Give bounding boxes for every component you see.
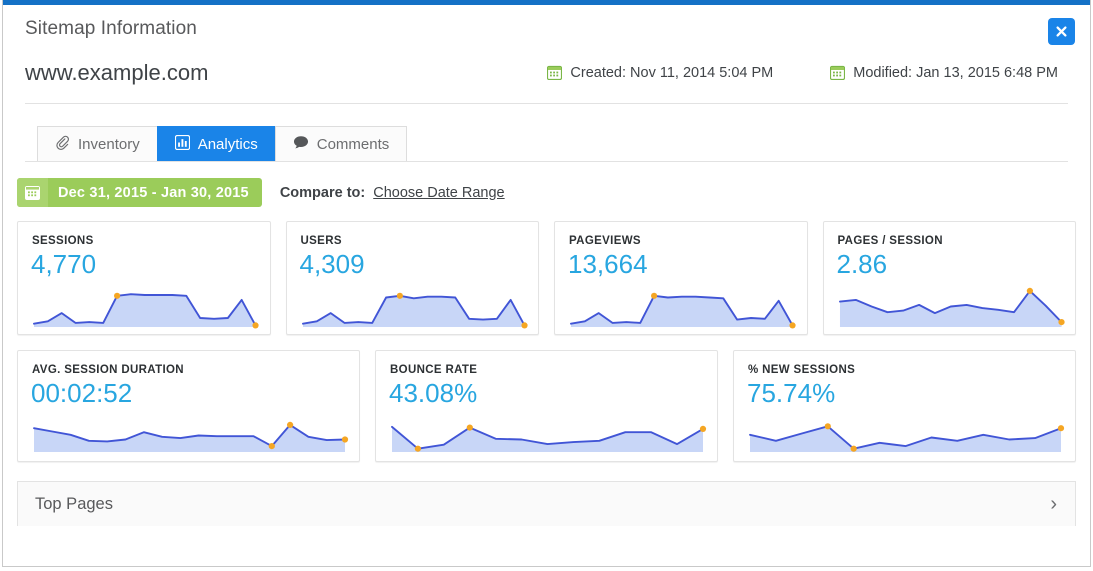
paperclip-icon [55, 135, 70, 154]
tab-inventory[interactable]: Inventory [37, 126, 158, 162]
modified-meta: Modified: Jan 13, 2015 6:48 PM [830, 65, 1058, 81]
sparkline-chart [33, 292, 259, 329]
sparkline-chart [301, 292, 528, 329]
stat-value: 00:02:52 [31, 378, 133, 408]
dialog-header: Sitemap Information www.example.com Crea… [3, 0, 1090, 103]
date-range-bar: Dec 31, 2015 - Jan 30, 2015 Compare to: … [3, 162, 1090, 207]
stat-cards-row-1: SESSIONS 4,770 USERS 4,309 PAGEVIEWS 13,… [3, 207, 1090, 335]
date-range-label: Dec 31, 2015 - Jan 30, 2015 [58, 184, 249, 201]
stat-card-pages-per-session[interactable]: PAGES / SESSION 2.86 [822, 221, 1076, 335]
close-icon [1056, 26, 1067, 37]
stat-value: 43.08% [389, 378, 478, 408]
sitemap-information-dialog: Sitemap Information www.example.com Crea… [2, 0, 1091, 567]
top-pages-accordion[interactable]: Top Pages › [17, 481, 1076, 526]
stat-label: PAGES / SESSION [837, 235, 943, 247]
created-meta: Created: Nov 11, 2014 5:04 PM [547, 65, 773, 81]
sparkline-chart [570, 292, 796, 329]
stat-value: 4,309 [299, 249, 365, 279]
stat-cards-row-2: AVG. SESSION DURATION 00:02:52 BOUNCE RA… [3, 335, 1090, 462]
stat-card-pageviews[interactable]: PAGEVIEWS 13,664 [554, 221, 808, 335]
stat-label: BOUNCE RATE [390, 364, 478, 376]
tab-analytics[interactable]: Analytics [156, 126, 276, 162]
stat-card-new-sessions[interactable]: % NEW SESSIONS 75.74% [733, 350, 1076, 462]
stat-label: % NEW SESSIONS [748, 364, 856, 376]
tab-comments[interactable]: Comments [274, 126, 408, 162]
calendar-icon [830, 65, 846, 81]
sparkline-chart [838, 287, 1065, 327]
date-range-button[interactable]: Dec 31, 2015 - Jan 30, 2015 [17, 178, 262, 207]
stat-label: USERS [300, 235, 342, 247]
stat-value: 13,664 [568, 249, 648, 279]
stat-label: PAGEVIEWS [569, 235, 641, 247]
stat-label: SESSIONS [32, 235, 94, 247]
close-button[interactable] [1048, 18, 1075, 45]
stat-label: AVG. SESSION DURATION [32, 364, 184, 376]
created-text: Created: Nov 11, 2014 5:04 PM [570, 64, 774, 81]
bar-chart-icon [174, 134, 190, 154]
header-info-row: www.example.com Created: Nov 11, 2014 5:… [25, 60, 1068, 103]
tab-bar: Inventory Analytics Comments [3, 104, 1090, 162]
page-title: Sitemap Information [25, 18, 197, 39]
window-top-accent-bar [3, 0, 1090, 5]
stat-card-avg-session-duration[interactable]: AVG. SESSION DURATION 00:02:52 [17, 350, 360, 462]
stat-card-bounce-rate[interactable]: BOUNCE RATE 43.08% [375, 350, 718, 462]
stat-card-sessions[interactable]: SESSIONS 4,770 [17, 221, 271, 335]
chevron-right-icon: › [1050, 493, 1057, 515]
compare-to-label: Compare to: [279, 184, 366, 201]
stat-value: 2.86 [836, 249, 888, 279]
tab-label: Inventory [78, 135, 140, 153]
site-url: www.example.com [25, 60, 209, 85]
top-pages-label: Top Pages [35, 494, 113, 513]
sparkline-chart [749, 422, 1065, 452]
tabs-underline [25, 161, 1068, 162]
sparkline-chart [33, 421, 349, 452]
tab-label: Comments [316, 135, 390, 153]
tab-label: Analytics [197, 135, 258, 153]
stat-value: 4,770 [31, 249, 97, 279]
sparkline-chart [391, 424, 707, 452]
calendar-icon [547, 65, 563, 81]
modified-text: Modified: Jan 13, 2015 6:48 PM [853, 64, 1058, 81]
comment-bubble-icon [293, 135, 309, 154]
choose-date-range-link[interactable]: Choose Date Range [373, 185, 504, 201]
calendar-icon [17, 178, 48, 207]
stat-card-users[interactable]: USERS 4,309 [285, 221, 539, 335]
stat-value: 75.74% [747, 378, 836, 408]
